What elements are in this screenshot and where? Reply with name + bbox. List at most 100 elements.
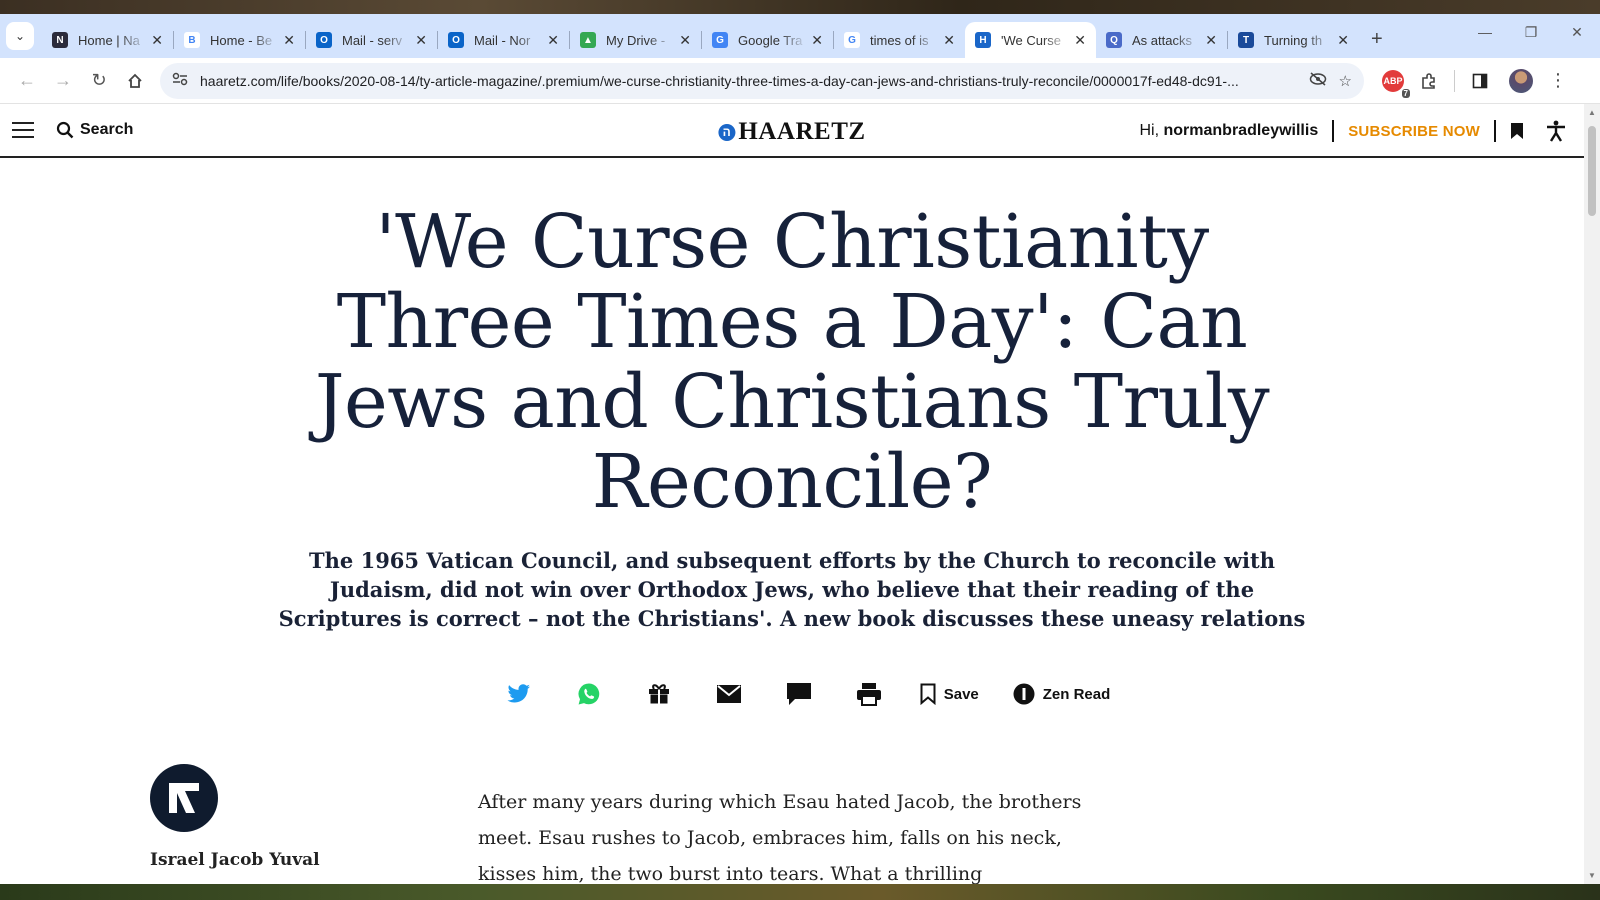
- address-bar[interactable]: haaretz.com/life/books/2020-08-14/ty-art…: [160, 62, 1364, 99]
- username: normanbradleywillis: [1163, 122, 1319, 139]
- tab-list: N Home | Na ✕ B Home - Be ✕ O Mail - serv ✕ O Mail…: [42, 14, 1359, 58]
- article-body-paragraph: After many years during which Esau hated…: [478, 791, 1082, 884]
- tab-search-button[interactable]: ⌄: [6, 22, 34, 50]
- haaretz-logo-mark-icon: ה: [718, 123, 736, 141]
- share-toolbar: Save Zen Read: [10, 681, 1584, 707]
- restore-icon[interactable]: ❐: [1508, 14, 1554, 50]
- adblock-label: ABP: [1383, 75, 1403, 86]
- tab-favicon-icon: O: [316, 32, 332, 48]
- tab-favicon-icon: G: [712, 32, 728, 48]
- page-scrollbar[interactable]: ▲ ▼: [1584, 104, 1600, 884]
- browser-tab[interactable]: Gtimes of is ✕: [834, 22, 965, 58]
- tab-favicon-icon: H: [975, 32, 991, 48]
- tab-favicon-icon: G: [844, 32, 860, 48]
- tab-title: As attacks: [1132, 32, 1192, 48]
- adblock-extension-icon[interactable]: ABP 7: [1382, 69, 1410, 98]
- tab-title: Mail - Nor: [474, 32, 531, 48]
- zen-read-button[interactable]: Zen Read: [1013, 683, 1111, 705]
- tab-favicon-icon: Q: [1106, 32, 1122, 48]
- profile-avatar[interactable]: [1509, 68, 1533, 93]
- adblock-badge: 7: [1401, 88, 1410, 98]
- browser-tab[interactable]: B Home - Be ✕: [174, 22, 305, 58]
- zen-read-icon: [1013, 683, 1035, 705]
- print-icon[interactable]: [856, 681, 882, 707]
- zen-read-label: Zen Read: [1042, 685, 1111, 703]
- browser-menu-icon[interactable]: ⋮: [1543, 66, 1573, 96]
- email-icon[interactable]: [716, 681, 742, 707]
- site-header: Search ה HAARETZ Hi, normanbradleywillis…: [0, 104, 1584, 158]
- tab-close-icon[interactable]: ✕: [547, 32, 559, 49]
- accessibility-icon[interactable]: [1546, 120, 1566, 142]
- bookmark-star-icon[interactable]: ☆: [1339, 72, 1352, 90]
- tab-title: Home - Be: [210, 32, 273, 48]
- tab-title: Google Tra: [738, 32, 803, 48]
- browser-tab[interactable]: ▲ My Drive - ✕: [570, 22, 701, 58]
- desktop-wallpaper-top: [0, 0, 1600, 14]
- haaretz-logo[interactable]: ה HAARETZ: [718, 118, 865, 146]
- author-avatar[interactable]: [150, 764, 218, 832]
- forward-arrow-icon[interactable]: →: [46, 64, 80, 98]
- eye-off-icon[interactable]: [1309, 71, 1327, 90]
- side-panel-icon[interactable]: [1465, 66, 1495, 96]
- user-greeting[interactable]: Hi, normanbradleywillis: [1139, 122, 1318, 140]
- site-search-button[interactable]: Search: [56, 121, 133, 139]
- twitter-icon[interactable]: [506, 681, 532, 707]
- search-icon: [56, 121, 74, 139]
- whatsapp-icon[interactable]: [576, 681, 602, 707]
- tab-title: Turning th: [1264, 32, 1323, 48]
- article-subheadline: The 1965 Vatican Council, and subsequent…: [278, 548, 1306, 631]
- tab-favicon-icon: O: [448, 32, 464, 48]
- tab-title: My Drive -: [606, 32, 666, 48]
- tab-close-icon[interactable]: ✕: [151, 32, 163, 49]
- comments-icon[interactable]: [786, 681, 812, 707]
- hamburger-menu-icon[interactable]: [12, 122, 34, 138]
- subscribe-button[interactable]: SUBSCRIBE NOW: [1348, 123, 1480, 140]
- tab-title: times of is: [870, 32, 929, 48]
- save-button[interactable]: Save: [920, 683, 979, 705]
- tab-favicon-icon: N: [52, 32, 68, 48]
- header-divider: [1332, 120, 1335, 142]
- search-label: Search: [80, 121, 134, 138]
- browser-tab[interactable]: O Mail - serv ✕: [306, 22, 437, 58]
- save-label: Save: [943, 685, 979, 703]
- header-account-area: Hi, normanbradleywillis SUBSCRIBE NOW: [1139, 104, 1566, 158]
- tab-favicon-icon: B: [184, 32, 200, 48]
- browser-tab[interactable]: T Turning th ✕: [1228, 22, 1359, 58]
- tab-close-icon[interactable]: ✕: [679, 32, 691, 49]
- tab-favicon-icon: ▲: [580, 32, 596, 48]
- browser-tab[interactable]: G Google Tra ✕: [702, 22, 833, 58]
- extensions-puzzle-icon[interactable]: [1414, 66, 1444, 96]
- tab-title: Home | Na: [78, 32, 140, 48]
- home-icon[interactable]: [118, 64, 152, 98]
- tab-close-icon[interactable]: ✕: [1205, 32, 1217, 49]
- url-text[interactable]: haaretz.com/life/books/2020-08-14/ty-art…: [200, 73, 1297, 89]
- tab-close-icon[interactable]: ✕: [943, 32, 955, 49]
- scroll-down-icon[interactable]: ▼: [1588, 871, 1596, 880]
- tab-close-icon[interactable]: ✕: [415, 32, 427, 49]
- chevron-down-icon: ⌄: [14, 29, 26, 43]
- scroll-thumb[interactable]: [1588, 126, 1596, 216]
- back-arrow-icon[interactable]: ←: [10, 64, 44, 98]
- scroll-up-icon[interactable]: ▲: [1588, 108, 1596, 117]
- tab-close-icon[interactable]: ✕: [1337, 32, 1349, 49]
- tab-close-icon[interactable]: ✕: [1074, 32, 1086, 49]
- tab-title: 'We Curse: [1001, 32, 1062, 48]
- tab-close-icon[interactable]: ✕: [283, 32, 295, 49]
- gift-icon[interactable]: [646, 681, 672, 707]
- haaretz-avatar-logo-icon: [169, 783, 199, 813]
- browser-tab[interactable]: H 'We Curse ✕: [965, 22, 1096, 58]
- new-tab-icon[interactable]: +: [1371, 28, 1383, 51]
- article-headline: 'We Curse Christianity Three Times a Day…: [314, 199, 1270, 525]
- browser-tab[interactable]: Q As attacks ✕: [1096, 22, 1227, 58]
- logo-text: HAARETZ: [738, 118, 866, 145]
- minimize-icon[interactable]: —: [1462, 14, 1508, 50]
- close-window-icon[interactable]: ✕: [1554, 14, 1600, 50]
- author-name[interactable]: Israel Jacob Yuval: [150, 850, 350, 870]
- tab-close-icon[interactable]: ✕: [811, 32, 823, 49]
- site-info-icon[interactable]: [172, 72, 188, 89]
- reading-list-bookmark-icon[interactable]: [1510, 122, 1524, 140]
- browser-tab[interactable]: N Home | Na ✕: [42, 22, 173, 58]
- tab-strip: ⌄ N Home | Na ✕ B Home - Be ✕ O Mail - serv ✕ O Ma…: [0, 14, 1600, 58]
- browser-tab[interactable]: O Mail - Nor ✕: [438, 22, 569, 58]
- reload-icon[interactable]: ↻: [82, 64, 116, 98]
